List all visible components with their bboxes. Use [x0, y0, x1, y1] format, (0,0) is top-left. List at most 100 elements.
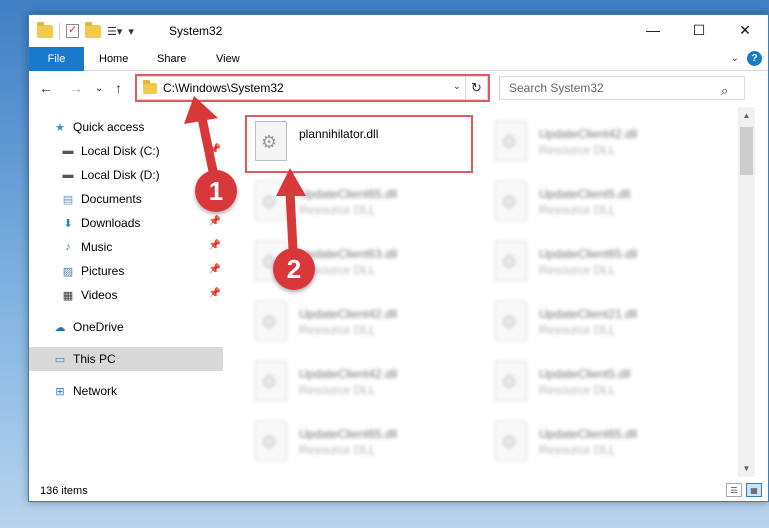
customize-toolbar-icon[interactable]: ☰▾ — [107, 25, 122, 38]
window-title: System32 — [169, 24, 223, 38]
music-icon: ♪ — [65, 241, 71, 253]
toolbar-overflow-icon[interactable]: ▾ — [128, 25, 134, 38]
new-folder-icon[interactable] — [85, 21, 101, 38]
file-name: UpdateClient63.dll — [299, 247, 398, 261]
pin-icon[interactable]: 📌 — [209, 288, 221, 299]
toolbar-divider — [59, 23, 60, 39]
file-item[interactable]: UpdateClient42.dll Resource DLL — [249, 293, 479, 353]
file-item[interactable]: UpdateClient42.dll Resource DLL — [249, 353, 479, 413]
file-type: Resource DLL — [299, 203, 376, 217]
pin-icon[interactable]: 📌 — [209, 216, 221, 227]
search-input[interactable]: Search System32 — [499, 76, 745, 100]
back-arrow-icon[interactable]: ← — [39, 80, 53, 96]
tab-view[interactable]: View — [216, 47, 240, 71]
sidebar-item-label: Quick access — [73, 120, 145, 134]
file-name: UpdateClient5.dll — [539, 367, 631, 381]
file-item[interactable]: UpdateClient65.dll Resource DLL — [249, 413, 479, 473]
pin-icon[interactable]: 📌 — [209, 144, 221, 155]
chevron-down-icon[interactable]: ⌄ — [731, 53, 739, 64]
dll-file-icon — [495, 301, 527, 341]
star-icon: ★ — [55, 121, 65, 134]
documents-icon: ▤ — [62, 193, 74, 206]
pin-icon[interactable]: 📌 — [209, 264, 221, 275]
sidebar-item-label: OneDrive — [73, 320, 124, 334]
properties-icon[interactable] — [66, 23, 79, 38]
file-item[interactable]: UpdateClient65.dll Resource DLL — [489, 413, 719, 473]
address-bar-highlight — [135, 74, 490, 102]
sidebar-item-documents[interactable]: ▤ Documents 📌 — [29, 187, 223, 211]
sidebar-item-music[interactable]: ♪ Music 📌 — [29, 235, 223, 259]
computer-icon: ▭ — [54, 353, 66, 366]
file-item[interactable]: UpdateClient5.dll Resource DLL — [489, 173, 719, 233]
pictures-icon: ▨ — [62, 265, 74, 278]
file-name: UpdateClient42.dll — [299, 307, 398, 321]
item-count: 136 items — [40, 484, 88, 497]
sidebar-item-downloads[interactable]: ⬇ Downloads 📌 — [29, 211, 223, 235]
details-view-icon[interactable]: ☰ — [726, 483, 742, 497]
dll-file-icon — [255, 301, 287, 341]
dll-file-icon — [255, 181, 287, 221]
sidebar-item-videos[interactable]: ▦ Videos 📌 — [29, 283, 223, 307]
tiles-view-icon[interactable]: ▦ — [746, 483, 762, 497]
tab-file[interactable]: File — [29, 47, 84, 71]
file-item[interactable]: UpdateClient65.dll Resource DLL — [249, 173, 479, 233]
file-item[interactable]: UpdateClient5.dll Resource DLL — [489, 353, 719, 413]
file-type: Resource DLL — [539, 143, 616, 157]
sidebar-item-label: Pictures — [81, 264, 125, 278]
file-type: Resource DLL — [539, 323, 616, 337]
file-name: UpdateClient21.dll — [539, 307, 638, 321]
close-button[interactable]: ✕ — [722, 15, 768, 45]
up-arrow-icon[interactable]: ↑ — [115, 80, 122, 96]
quick-access-toolbar: ☰▾ ▾ — [37, 21, 134, 39]
sidebar-item-quick-access[interactable]: ★ Quick access — [29, 115, 223, 139]
file-name: UpdateClient65.dll — [539, 247, 638, 261]
sidebar-item-this-pc[interactable]: ▭ This PC — [29, 347, 223, 371]
search-icon[interactable]: ⌕ — [721, 83, 762, 99]
network-icon: ⊞ — [55, 385, 65, 398]
sidebar-item-network[interactable]: ⊞ Network — [29, 379, 223, 403]
file-name: UpdateClient42.dll — [299, 367, 398, 381]
sidebar-item-label: Documents — [81, 192, 142, 206]
dll-file-icon — [495, 241, 527, 281]
cloud-icon: ☁ — [54, 321, 66, 334]
file-type: Resource DLL — [299, 443, 376, 457]
dll-file-icon — [255, 361, 287, 401]
tab-home[interactable]: Home — [99, 47, 128, 71]
file-item[interactable]: UpdateClient42.dll Resource DLL — [489, 113, 719, 173]
file-name: UpdateClient65.dll — [299, 187, 398, 201]
forward-arrow-icon[interactable]: → — [69, 80, 83, 96]
pin-icon[interactable]: 📌 — [209, 240, 221, 251]
title-bar: ☰▾ ▾ System32 — ☐ ✕ — [29, 15, 768, 47]
step-2-badge: 2 — [273, 248, 315, 290]
ribbon-tabs: File Home Share View ⌄ ? — [29, 47, 768, 71]
file-item[interactable]: UpdateClient65.dll Resource DLL — [489, 233, 719, 293]
vertical-scrollbar[interactable]: ▲ ▼ — [738, 107, 755, 477]
sidebar-item-local-disk-c[interactable]: ▬ Local Disk (C:) 📌 — [29, 139, 223, 163]
scroll-down-icon[interactable]: ▼ — [738, 460, 755, 477]
maximize-button[interactable]: ☐ — [676, 15, 722, 45]
sidebar-item-local-disk-d[interactable]: ▬ Local Disk (D:) — [29, 163, 223, 187]
drive-icon: ▬ — [62, 169, 74, 181]
file-item[interactable]: UpdateClient21.dll Resource DLL — [489, 293, 719, 353]
recent-locations-chevron-icon[interactable]: ⌄ — [95, 83, 103, 94]
tab-share[interactable]: Share — [157, 47, 186, 71]
dll-file-icon — [495, 121, 527, 161]
file-list: plannihilator.dll UpdateClient42.dll Res… — [245, 107, 737, 477]
ribbon-right-controls: ⌄ ? — [731, 51, 762, 66]
sidebar-item-pictures[interactable]: ▨ Pictures 📌 — [29, 259, 223, 283]
dll-file-icon — [495, 181, 527, 221]
file-type: Resource DLL — [539, 443, 616, 457]
sidebar-item-onedrive[interactable]: ☁ OneDrive — [29, 315, 223, 339]
explorer-window: ☰▾ ▾ System32 — ☐ ✕ File Home Share View… — [28, 14, 769, 502]
scroll-up-icon[interactable]: ▲ — [738, 107, 755, 124]
file-type: Resource DLL — [539, 203, 616, 217]
dll-file-icon — [495, 361, 527, 401]
sidebar-item-label: Network — [73, 384, 118, 398]
scrollbar-thumb[interactable] — [740, 127, 753, 175]
download-icon: ⬇ — [63, 217, 73, 230]
file-name: UpdateClient5.dll — [539, 187, 631, 201]
status-bar: 136 items ☰ ▦ — [29, 479, 768, 502]
minimize-button[interactable]: — — [630, 15, 676, 45]
window-controls: — ☐ ✕ — [630, 15, 768, 45]
help-icon[interactable]: ? — [747, 51, 762, 66]
